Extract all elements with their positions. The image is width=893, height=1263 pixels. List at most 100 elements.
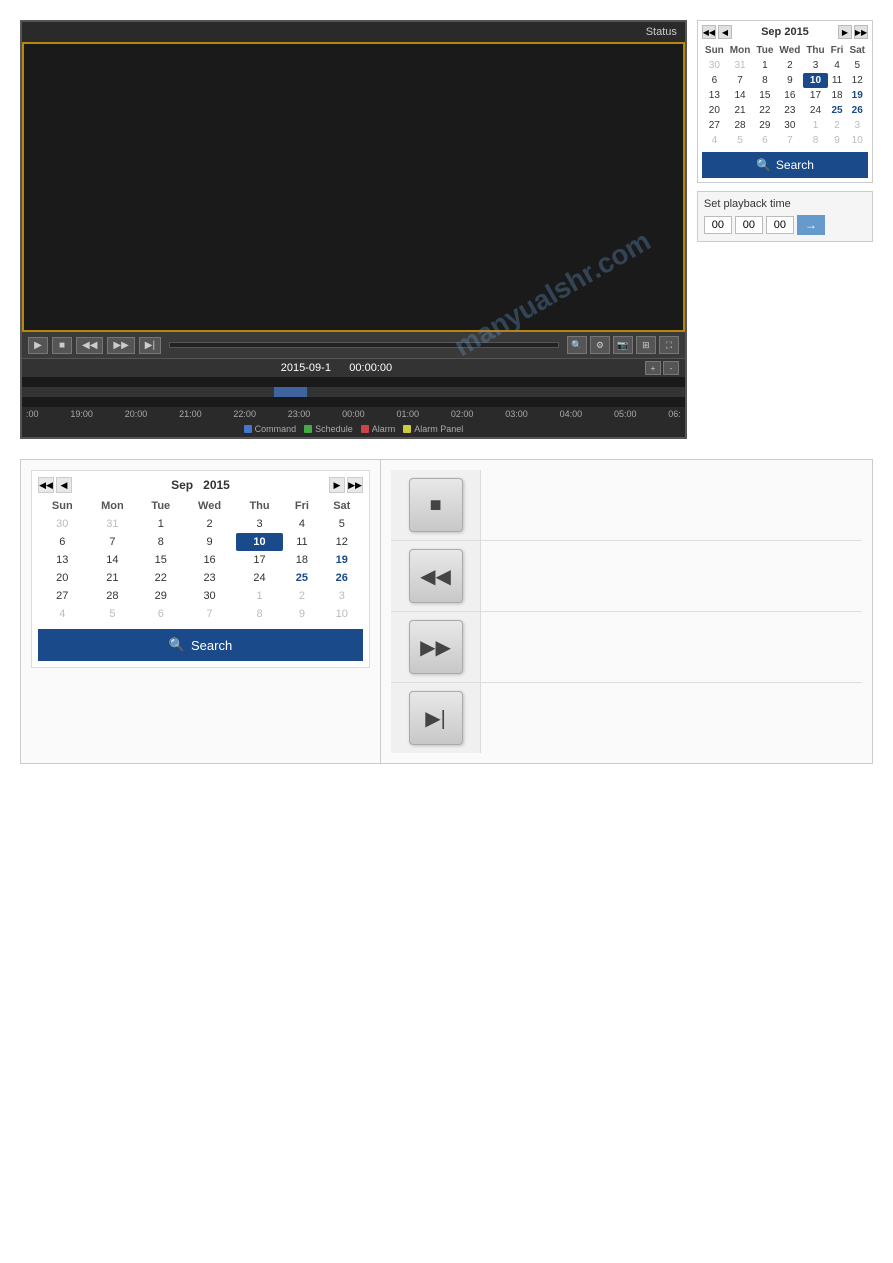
cal-day[interactable]: 19 [846,88,868,103]
cal-day[interactable]: 4 [283,515,320,533]
settings-icon[interactable]: ⚙ [590,336,610,354]
cal-next-btn-top[interactable]: ▶ [838,25,852,39]
cal-day[interactable]: 9 [283,605,320,623]
cal-day[interactable]: 17 [803,88,827,103]
screenshot-icon[interactable]: 📷 [613,336,633,354]
second-input[interactable] [766,216,794,234]
cal-day[interactable]: 6 [753,133,776,148]
cal-day[interactable]: 3 [321,587,363,605]
cal-day[interactable]: 6 [138,605,183,623]
cal-day[interactable]: 6 [702,73,727,88]
cal-day[interactable]: 5 [321,515,363,533]
cal-day[interactable]: 4 [702,133,727,148]
cal-day[interactable]: 13 [38,551,87,569]
cal-day[interactable]: 19 [321,551,363,569]
cal-day[interactable]: 30 [38,515,87,533]
cal-day[interactable]: 10 [846,133,868,148]
cal-day[interactable]: 3 [236,515,284,533]
fullscreen-icon[interactable]: ⛶ [659,336,679,354]
grid-icon[interactable]: ⊞ [636,336,656,354]
cal-day[interactable]: 9 [183,533,235,551]
cal-day[interactable]: 1 [753,58,776,73]
timeline-bar[interactable] [22,377,685,407]
cal-day[interactable]: 25 [828,103,847,118]
cal-day[interactable]: 5 [87,605,139,623]
cal-day[interactable]: 23 [776,103,803,118]
cal-day[interactable]: 15 [138,551,183,569]
cal-day[interactable]: 27 [38,587,87,605]
stop-button[interactable]: ■ [52,337,72,354]
cal-day[interactable]: 3 [846,118,868,133]
cal-day[interactable]: 10 [321,605,363,623]
minute-input[interactable] [735,216,763,234]
cal-next-next-btn-bottom[interactable]: ▶▶ [347,477,363,493]
zoom-icon[interactable]: 🔍 [567,336,587,354]
cal-day[interactable]: 16 [776,88,803,103]
cal-prev-btn-top[interactable]: ◀ [718,25,732,39]
cal-day[interactable]: 24 [236,569,284,587]
cal-day[interactable]: 15 [753,88,776,103]
cal-day[interactable]: 8 [803,133,827,148]
search-btn-top[interactable]: 🔍 Search [702,152,868,178]
ff-media-btn[interactable]: ▶▶ [409,620,463,674]
cal-day[interactable]: 18 [283,551,320,569]
cal-day[interactable]: 8 [138,533,183,551]
cal-day[interactable]: 2 [283,587,320,605]
cal-day[interactable]: 22 [753,103,776,118]
cal-day[interactable]: 31 [727,58,754,73]
cal-day[interactable]: 1 [803,118,827,133]
cal-day[interactable]: 29 [138,587,183,605]
cal-day[interactable]: 3 [803,58,827,73]
cal-day[interactable]: 18 [828,88,847,103]
cal-day[interactable]: 11 [283,533,320,551]
cal-day[interactable]: 25 [283,569,320,587]
next-button[interactable]: ▶| [139,337,161,354]
cal-day[interactable]: 26 [846,103,868,118]
cal-day[interactable]: 7 [776,133,803,148]
cal-day[interactable]: 21 [87,569,139,587]
play-button[interactable]: ▶ [28,337,48,354]
cal-day[interactable]: 14 [727,88,754,103]
timeline-zoom-in[interactable]: + [645,361,661,375]
cal-day[interactable]: 20 [702,103,727,118]
cal-day[interactable]: 14 [87,551,139,569]
cal-day[interactable]: 7 [727,73,754,88]
cal-day[interactable]: 8 [753,73,776,88]
next-media-btn[interactable]: ▶| [409,691,463,745]
cal-day[interactable]: 7 [183,605,235,623]
cal-day[interactable]: 6 [38,533,87,551]
cal-next-btn-bottom[interactable]: ▶ [329,477,345,493]
cal-day[interactable]: 29 [753,118,776,133]
cal-day[interactable]: 30 [702,58,727,73]
cal-day[interactable]: 4 [38,605,87,623]
forward-button[interactable]: ▶▶ [107,337,134,354]
cal-day[interactable]: 8 [236,605,284,623]
cal-day[interactable]: 27 [702,118,727,133]
cal-day[interactable]: 31 [87,515,139,533]
cal-day[interactable]: 20 [38,569,87,587]
cal-day[interactable]: 2 [183,515,235,533]
hour-input[interactable] [704,216,732,234]
cal-day[interactable]: 21 [727,103,754,118]
cal-day[interactable]: 24 [803,103,827,118]
cal-day[interactable]: 4 [828,58,847,73]
cal-day[interactable]: 2 [828,118,847,133]
cal-day[interactable]: 30 [776,118,803,133]
cal-prev-prev-btn-top[interactable]: ◀◀ [702,25,716,39]
cal-day[interactable]: 28 [87,587,139,605]
cal-day[interactable]: 9 [828,133,847,148]
rewind-button[interactable]: ◀◀ [76,337,103,354]
cal-day[interactable]: 11 [828,73,847,88]
stop-media-btn[interactable]: ■ [409,478,463,532]
cal-day[interactable]: 16 [183,551,235,569]
cal-day[interactable]: 7 [87,533,139,551]
cal-next-next-btn-top[interactable]: ▶▶ [854,25,868,39]
seek-bar[interactable] [169,342,559,348]
cal-day[interactable]: 9 [776,73,803,88]
cal-day[interactable]: 12 [846,73,868,88]
rewind-media-btn[interactable]: ◀◀ [409,549,463,603]
cal-day[interactable]: 12 [321,533,363,551]
cal-day[interactable]: 5 [727,133,754,148]
cal-day[interactable]: 26 [321,569,363,587]
cal-day[interactable]: 28 [727,118,754,133]
